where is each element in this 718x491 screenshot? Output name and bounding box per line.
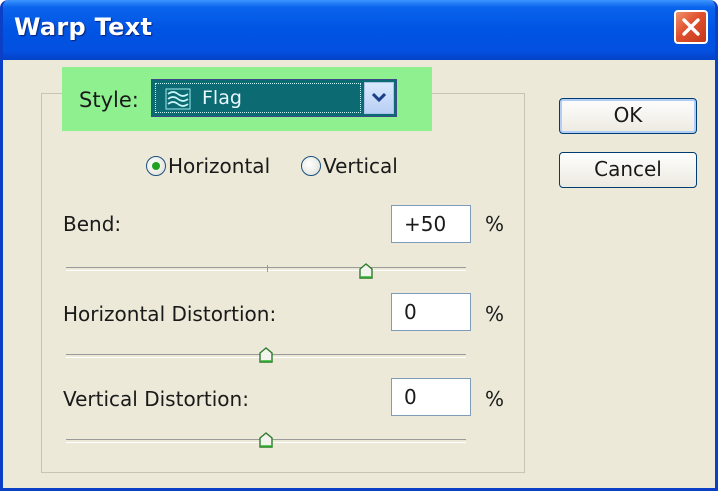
- horizontal-distortion-slider-thumb[interactable]: [259, 347, 273, 363]
- radio-vertical-label: Vertical: [323, 154, 398, 178]
- close-button[interactable]: [674, 10, 708, 44]
- cancel-button[interactable]: Cancel: [559, 152, 697, 188]
- radio-vertical-dot: [301, 156, 321, 176]
- title-bar[interactable]: Warp Text: [3, 0, 715, 60]
- style-value: Flag: [202, 87, 242, 109]
- bend-percent: %: [485, 212, 505, 236]
- chevron-down-icon: [372, 93, 386, 103]
- style-dropdown-button[interactable]: [364, 82, 394, 114]
- warp-text-dialog: Warp Text Style: Flag Horizontal Vertica: [0, 0, 718, 491]
- bend-slider-center-tick: [267, 265, 268, 272]
- vertical-distortion-label: Vertical Distortion:: [63, 387, 249, 411]
- horizontal-distortion-input[interactable]: 0: [391, 293, 471, 331]
- bend-label: Bend:: [63, 212, 122, 236]
- horizontal-distortion-percent: %: [485, 302, 505, 326]
- bend-input[interactable]: +50: [391, 205, 471, 243]
- warp-options-group: [41, 93, 525, 473]
- flag-icon: [165, 88, 191, 110]
- vertical-distortion-slider-thumb[interactable]: [259, 432, 273, 448]
- bend-slider-thumb[interactable]: [359, 263, 373, 279]
- window-title: Warp Text: [14, 13, 153, 41]
- horizontal-distortion-label: Horizontal Distortion:: [63, 302, 277, 326]
- close-icon: [682, 18, 700, 36]
- radio-horizontal-dot: [146, 156, 166, 176]
- ok-button[interactable]: OK: [559, 98, 697, 134]
- style-select[interactable]: Flag: [151, 79, 397, 117]
- vertical-distortion-input[interactable]: 0: [391, 378, 471, 416]
- vertical-distortion-percent: %: [485, 387, 505, 411]
- bend-slider-track[interactable]: [66, 267, 466, 271]
- radio-horizontal-label: Horizontal: [168, 154, 271, 178]
- style-label: Style:: [79, 88, 139, 112]
